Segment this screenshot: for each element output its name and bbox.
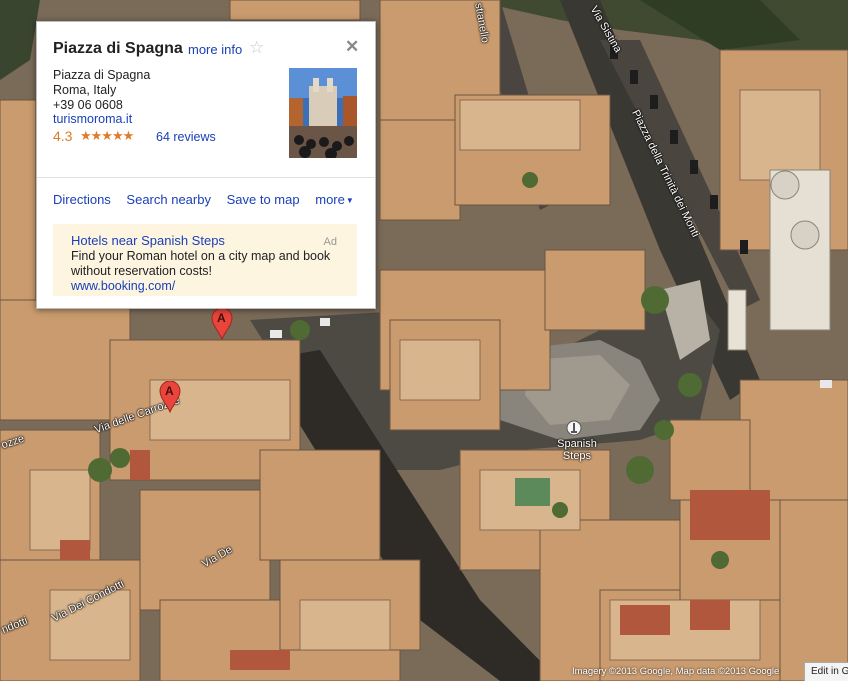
- edit-in-google-link[interactable]: Edit in G: [804, 662, 848, 681]
- address-name: Piazza di Spagna: [53, 68, 151, 82]
- address-city: Roma, Italy: [53, 83, 117, 97]
- map-marker-a-secondary[interactable]: A: [159, 381, 181, 413]
- reviews-link[interactable]: 64 reviews: [156, 130, 216, 144]
- monument-icon: [566, 420, 582, 436]
- poi-spanish-steps[interactable]: Spanish Steps: [552, 420, 602, 462]
- search-nearby-link[interactable]: Search nearby: [126, 192, 211, 207]
- more-info-link[interactable]: more info: [188, 42, 242, 57]
- marker-letter: A: [165, 384, 174, 398]
- rating-value: 4.3: [53, 128, 73, 144]
- save-to-map-link[interactable]: Save to map: [227, 192, 300, 207]
- poi-label-line1: Spanish: [557, 438, 597, 450]
- website-link[interactable]: turismoroma.it: [53, 112, 132, 126]
- divider: [37, 177, 375, 178]
- ad-description: Find your Roman hotel on a city map and …: [71, 249, 331, 278]
- more-menu[interactable]: more▼: [315, 192, 354, 207]
- chevron-down-icon: ▼: [345, 196, 354, 206]
- poi-label-line2: Steps: [562, 450, 592, 462]
- phone-number: +39 06 0608: [53, 98, 123, 112]
- place-address: Piazza di Spagna Roma, Italy +39 06 0608: [53, 68, 150, 113]
- close-icon[interactable]: ✕: [345, 37, 359, 57]
- directions-link[interactable]: Directions: [53, 192, 111, 207]
- place-actions: Directions Search nearby Save to map mor…: [53, 192, 354, 207]
- place-title: Piazza di Spagna: [53, 40, 183, 57]
- sponsored-ad[interactable]: Hotels near Spanish Steps Ad Find your R…: [53, 224, 357, 296]
- marker-letter: A: [217, 311, 226, 325]
- ad-title-link[interactable]: Hotels near Spanish Steps: [71, 233, 225, 248]
- star-icon[interactable]: ☆: [249, 38, 264, 58]
- map-marker-a[interactable]: A: [211, 308, 233, 340]
- map-attribution: Imagery ©2013 Google, Map data ©2013 Goo…: [572, 666, 780, 677]
- rating-stars-icon: ★★★★★: [80, 128, 134, 143]
- more-label: more: [315, 192, 345, 207]
- place-info-window: Piazza di Spagna more info ☆ ✕ Piazza di…: [36, 21, 376, 309]
- ad-url-link[interactable]: www.booking.com/: [71, 279, 175, 293]
- place-photo[interactable]: [289, 68, 357, 158]
- ad-badge: Ad: [323, 236, 337, 248]
